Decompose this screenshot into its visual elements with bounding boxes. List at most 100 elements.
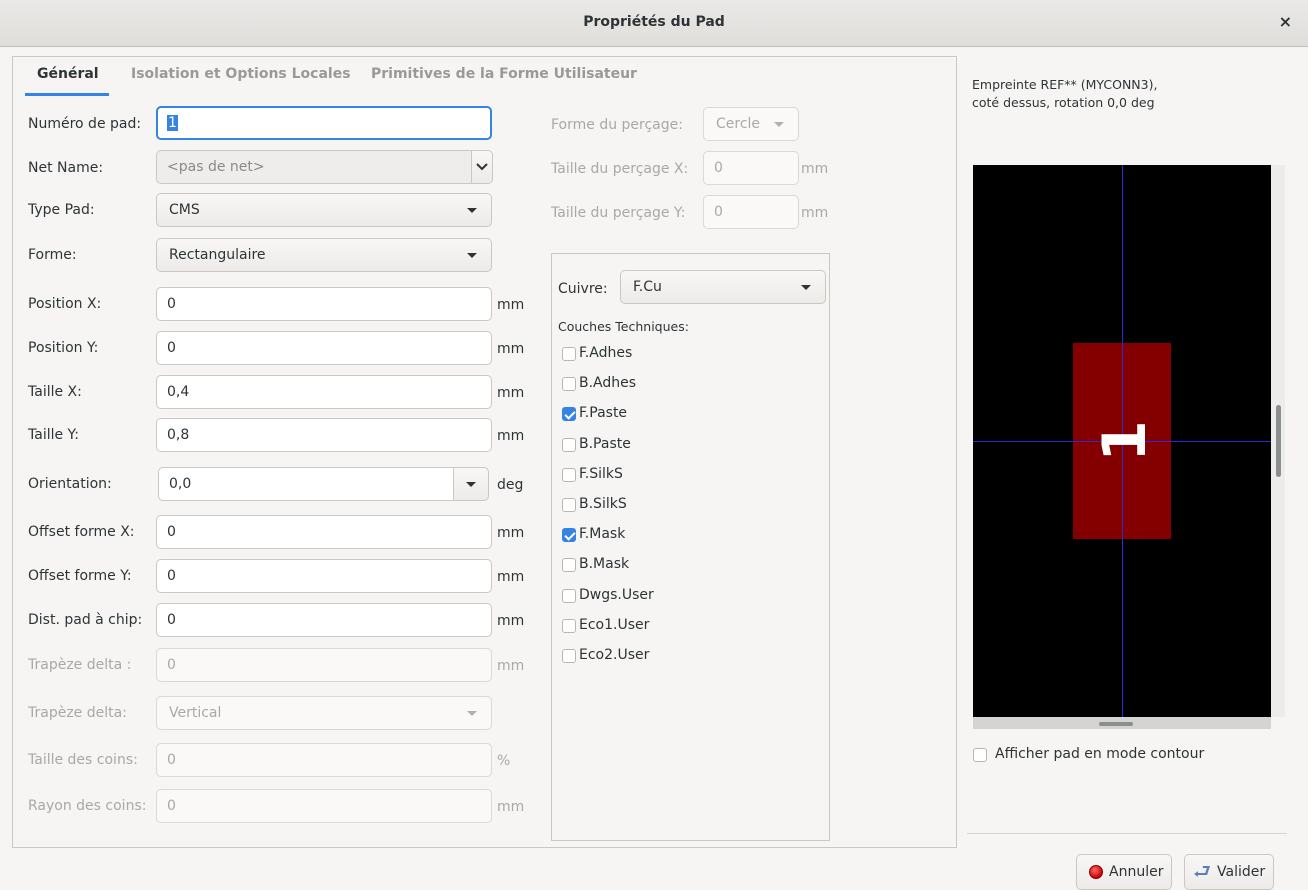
shape-value: Rectangulaire xyxy=(169,247,266,263)
return-arrow-icon: ⮐ xyxy=(1193,859,1211,883)
window-title: Propriétés du Pad xyxy=(583,14,725,30)
die-length-unit: mm xyxy=(497,613,525,629)
orientation-dropdown-button[interactable] xyxy=(453,467,489,501)
layer-label: Eco2.User xyxy=(579,647,650,663)
corner-size-label: Taille des coins: xyxy=(28,752,138,768)
pad-type-label: Type Pad: xyxy=(28,202,95,218)
pos-y-input[interactable]: 0 xyxy=(156,331,492,365)
button-separator xyxy=(967,833,1287,834)
layer-checkbox-f-mask[interactable] xyxy=(562,528,576,542)
pad-preview-canvas: 1 xyxy=(973,165,1271,717)
corner-radius-input[interactable]: 0 xyxy=(156,789,492,823)
layer-label: B.Mask xyxy=(579,556,630,572)
title-bar: Propriétés du Pad × xyxy=(0,0,1308,47)
ok-label: Valider xyxy=(1217,864,1266,880)
drill-shape-label: Forme du perçage: xyxy=(551,117,683,133)
chevron-down-icon xyxy=(476,163,488,171)
offset-y-unit: mm xyxy=(497,569,525,585)
preview-horizontal-scrollbar[interactable] xyxy=(973,717,1271,729)
offset-x-unit: mm xyxy=(497,525,525,541)
pad-number-label: Numéro de pad: xyxy=(28,116,142,132)
offset-x-label: Offset forme X: xyxy=(28,524,135,540)
dropdown-caret-icon xyxy=(801,285,811,290)
corner-size-input[interactable]: 0 xyxy=(156,743,492,777)
drill-size-x-input[interactable]: 0 xyxy=(703,151,799,185)
tab-clearance[interactable]: Isolation et Options Locales xyxy=(131,66,351,82)
ok-button[interactable]: ⮐ Valider xyxy=(1184,854,1275,890)
layer-checkbox-b-paste[interactable] xyxy=(562,438,576,452)
tab-general[interactable]: Général xyxy=(37,66,99,82)
cancel-label: Annuler xyxy=(1109,864,1164,880)
die-length-input[interactable]: 0 xyxy=(156,603,492,637)
dropdown-caret-icon xyxy=(467,253,477,258)
pos-y-unit: mm xyxy=(497,341,525,357)
orientation-label: Orientation: xyxy=(28,476,112,492)
shape-select[interactable]: Rectangulaire xyxy=(156,238,492,272)
copper-layer-value: F.Cu xyxy=(633,279,662,295)
layer-label: F.Adhes xyxy=(579,345,633,361)
layer-checkbox-b-mask[interactable] xyxy=(562,558,576,572)
layer-checkbox-dwgs-user[interactable] xyxy=(562,589,576,603)
layer-checkbox-eco2-user[interactable] xyxy=(562,649,576,663)
pos-y-label: Position Y: xyxy=(28,340,99,356)
outline-mode-label: Afficher pad en mode contour xyxy=(995,746,1205,762)
dropdown-caret-icon xyxy=(466,482,476,487)
active-tab-indicator xyxy=(25,93,109,96)
trapezoid-axis-select[interactable]: Vertical xyxy=(156,696,492,730)
cancel-button[interactable]: Annuler xyxy=(1076,854,1173,890)
die-length-label: Dist. pad à chip: xyxy=(28,612,143,628)
size-y-label: Taille Y: xyxy=(28,427,79,443)
net-name-dropdown-button[interactable] xyxy=(471,150,493,184)
offset-y-input[interactable]: 0 xyxy=(156,559,492,593)
tab-custom-primitives[interactable]: Primitives de la Forme Utilisateur xyxy=(371,66,637,82)
layer-label: F.Paste xyxy=(579,405,628,421)
size-x-label: Taille X: xyxy=(28,384,82,400)
outline-mode-checkbox[interactable] xyxy=(973,748,987,762)
size-y-unit: mm xyxy=(497,428,525,444)
size-x-unit: mm xyxy=(497,385,525,401)
pad-type-value: CMS xyxy=(169,202,200,218)
layer-label: B.SilkS xyxy=(579,496,627,512)
layer-label: B.Paste xyxy=(579,436,631,452)
offset-y-label: Offset forme Y: xyxy=(28,568,132,584)
drill-shape-select[interactable]: Cercle xyxy=(703,107,799,141)
corner-radius-label: Rayon des coins: xyxy=(28,798,147,814)
dropdown-caret-icon xyxy=(774,122,784,127)
layer-label: F.SilkS xyxy=(579,466,623,482)
layer-checkbox-f-silks[interactable] xyxy=(562,468,576,482)
cancel-icon xyxy=(1089,865,1103,879)
pad-number-glyph: 1 xyxy=(1090,420,1160,462)
scrollbar-thumb[interactable] xyxy=(1276,405,1281,477)
corner-size-unit: % xyxy=(497,753,511,769)
dropdown-caret-icon xyxy=(467,208,477,213)
net-name-input[interactable]: <pas de net> xyxy=(156,150,472,184)
close-icon[interactable]: × xyxy=(1279,12,1292,31)
orientation-unit: deg xyxy=(497,477,524,493)
drill-size-y-input[interactable]: 0 xyxy=(703,195,799,229)
pos-x-input[interactable]: 0 xyxy=(156,287,492,321)
layer-checkbox-f-adhes[interactable] xyxy=(562,347,576,361)
trapezoid-delta-input[interactable]: 0 xyxy=(156,648,492,682)
drill-shape-value: Cercle xyxy=(716,116,761,132)
layer-label: F.Mask xyxy=(579,526,626,542)
pad-number-input[interactable]: 1 xyxy=(156,106,492,140)
layer-checkbox-b-silks[interactable] xyxy=(562,498,576,512)
layer-checkbox-b-adhes[interactable] xyxy=(562,377,576,391)
drill-size-y-label: Taille du perçage Y: xyxy=(551,205,686,221)
trapezoid-delta-label: Trapèze delta : xyxy=(28,657,132,673)
preview-vertical-scrollbar[interactable] xyxy=(1271,165,1285,717)
size-x-input[interactable]: 0,4 xyxy=(156,375,492,409)
dropdown-caret-icon xyxy=(467,711,477,716)
trapezoid-delta-unit: mm xyxy=(497,658,525,674)
layer-checkbox-f-paste[interactable] xyxy=(562,407,576,421)
scrollbar-thumb[interactable] xyxy=(1099,722,1133,726)
offset-x-input[interactable]: 0 xyxy=(156,515,492,549)
size-y-input[interactable]: 0,8 xyxy=(156,418,492,452)
layer-label: Eco1.User xyxy=(579,617,650,633)
layer-label: Dwgs.User xyxy=(579,587,654,603)
copper-layer-select[interactable]: F.Cu xyxy=(620,270,826,304)
pad-type-select[interactable]: CMS xyxy=(156,193,492,227)
layers-panel xyxy=(551,253,830,841)
layer-checkbox-eco1-user[interactable] xyxy=(562,619,576,633)
orientation-input[interactable]: 0,0 xyxy=(158,467,454,501)
